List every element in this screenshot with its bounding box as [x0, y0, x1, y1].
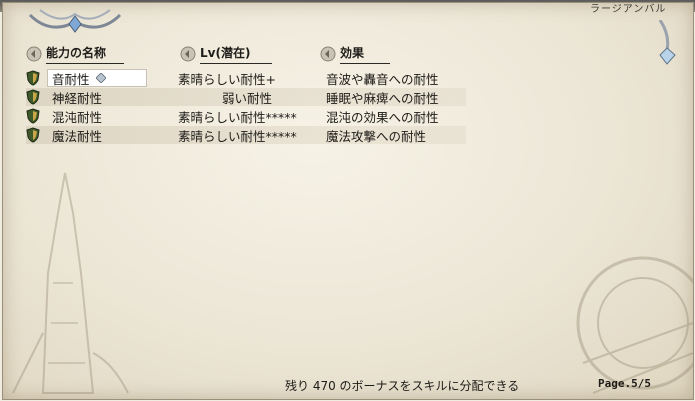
shield-icon: [26, 89, 40, 105]
skill-name-cell[interactable]: 神経耐性: [52, 88, 142, 107]
header-level-label: Lv(潜在): [200, 44, 273, 64]
skill-effect: 魔法攻撃への耐性: [326, 128, 427, 144]
skill-effect: 音波や轟音への耐性: [326, 71, 439, 87]
skill-row[interactable]: 混沌耐性 素晴らしい耐性***** 混沌の効果への耐性: [26, 107, 466, 125]
diamond-cursor-icon: [95, 73, 106, 83]
skill-row[interactable]: 魔法耐性 素晴らしい耐性***** 魔法攻撃への耐性: [26, 126, 466, 144]
skill-row[interactable]: 神経耐性 弱い耐性 睡眠や麻痺への耐性: [26, 88, 466, 106]
skill-level: 素晴らしい耐性*****: [178, 128, 297, 144]
shield-icon: [26, 70, 40, 86]
skill-name-cell[interactable]: 混沌耐性: [52, 107, 142, 126]
header-effect[interactable]: 効果: [320, 44, 391, 64]
tower-sketch-icon: [12, 172, 129, 394]
gem-ornament-icon: [658, 20, 676, 65]
header-level[interactable]: Lv(潜在): [180, 44, 273, 64]
skill-name-cell[interactable]: 魔法耐性: [52, 126, 142, 145]
header-effect-label: 効果: [340, 44, 391, 64]
skill-name: 音耐性: [52, 71, 90, 87]
round-header-icon: [26, 46, 42, 62]
shield-icon: [26, 127, 40, 143]
round-header-icon: [180, 46, 196, 62]
header-name-label: 能力の名称: [46, 44, 125, 64]
header-name[interactable]: 能力の名称: [26, 44, 125, 64]
bonus-points-text: 残り 470 のボーナスをスキルに分配できる: [285, 379, 520, 393]
top-right-label: ラージアンバル: [590, 4, 667, 15]
skill-name: 神経耐性: [52, 90, 103, 106]
skill-level: 素晴らしい耐性+: [178, 71, 276, 87]
page-indicator: Page.5/5: [598, 377, 651, 390]
skill-row[interactable]: 音耐性 素晴らしい耐性+ 音波や轟音への耐性: [26, 69, 466, 87]
skill-name: 混沌耐性: [52, 109, 103, 125]
skill-name-cell[interactable]: 音耐性: [47, 69, 147, 87]
ornament-top-left-icon: [28, 9, 122, 33]
arch-sketch-icon: [576, 256, 693, 394]
round-header-icon: [320, 46, 336, 62]
skill-effect: 睡眠や麻痺への耐性: [326, 90, 439, 106]
skill-effect: 混沌の効果への耐性: [326, 109, 439, 125]
skill-level: 素晴らしい耐性*****: [178, 109, 297, 125]
shield-icon: [26, 108, 40, 124]
skill-name: 魔法耐性: [52, 128, 103, 144]
